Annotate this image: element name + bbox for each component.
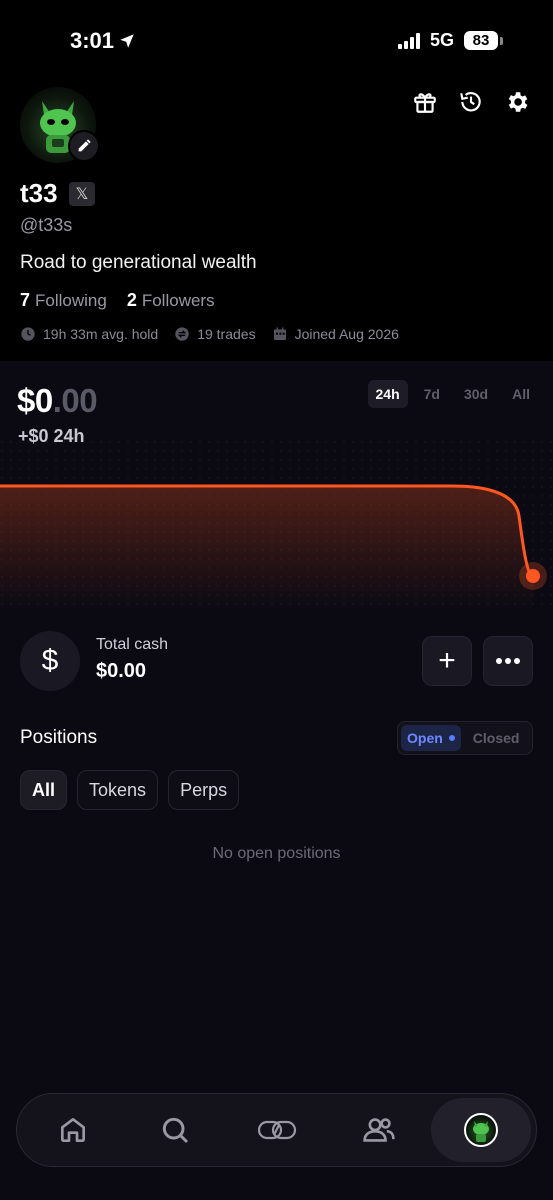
open-toggle[interactable]: Open xyxy=(401,725,461,751)
positions-toggle: Open Closed xyxy=(397,721,533,755)
range-7d[interactable]: 7d xyxy=(416,380,448,408)
range-24h[interactable]: 24h xyxy=(367,380,408,408)
chart-end-point xyxy=(526,569,540,583)
dollar-icon: $ xyxy=(41,644,59,677)
cash-label: Total cash xyxy=(96,636,169,653)
range-selector: 24h 7d 30d All xyxy=(367,380,538,408)
network-label: 5G xyxy=(429,30,454,50)
pencil-icon xyxy=(78,139,91,152)
following-count: 7 xyxy=(20,290,31,310)
chart-area xyxy=(0,486,533,610)
avg-hold: 19h 33m avg. hold xyxy=(20,326,158,342)
x-logo-icon: 𝕏 xyxy=(75,186,89,203)
profile-name: t33 xyxy=(20,178,58,208)
cash-icon: $ xyxy=(20,631,80,691)
profile-avatar-icon xyxy=(464,1113,498,1147)
gift-icon xyxy=(414,93,436,113)
people-icon xyxy=(363,1118,395,1142)
header-actions xyxy=(411,88,531,116)
plus-icon: + xyxy=(438,644,456,677)
home-icon xyxy=(61,1118,85,1142)
profile-meta: 19h 33m avg. hold 19 trades Joined Aug 2… xyxy=(20,326,399,342)
range-all[interactable]: All xyxy=(504,380,538,408)
closed-toggle[interactable]: Closed xyxy=(473,730,520,746)
filter-tokens[interactable]: Tokens xyxy=(77,770,159,810)
x-link-button[interactable]: 𝕏 xyxy=(69,182,95,206)
position-filters: All Tokens Perps xyxy=(20,770,240,810)
profile-handle: @t33s xyxy=(20,215,73,235)
portfolio-value: $0.00 xyxy=(17,382,98,420)
add-cash-button[interactable]: + xyxy=(422,636,472,686)
status-time: 3:01 xyxy=(70,28,136,54)
history-icon xyxy=(460,92,481,112)
portfolio-chart xyxy=(0,440,553,610)
status-indicators: 5G 83 xyxy=(397,30,503,51)
location-arrow-icon xyxy=(120,34,134,48)
settings-button[interactable] xyxy=(503,88,531,116)
swap-icon xyxy=(175,327,189,341)
active-dot xyxy=(448,735,455,741)
joined-text: Joined Aug 2026 xyxy=(294,326,399,342)
edit-avatar-button[interactable] xyxy=(68,130,100,162)
nav-trade[interactable] xyxy=(247,1094,307,1166)
followers-label: Followers xyxy=(141,291,215,310)
search-icon xyxy=(162,1117,189,1144)
trades-text: 19 trades xyxy=(197,326,256,342)
followers-count: 2 xyxy=(126,290,137,310)
more-icon xyxy=(496,658,520,664)
followers-link[interactable]: 2 Followers xyxy=(127,290,215,311)
battery-level: 83 xyxy=(464,31,498,50)
value-cents: .00 xyxy=(52,382,98,419)
clock-text: 3:01 xyxy=(70,28,115,53)
empty-state: No open positions xyxy=(212,845,341,862)
trade-icon xyxy=(257,1120,297,1140)
following-label: Following xyxy=(35,291,107,310)
bottom-nav xyxy=(16,1093,537,1167)
nav-social[interactable] xyxy=(349,1094,409,1166)
positions-title: Positions xyxy=(20,727,98,748)
open-label: Open xyxy=(407,730,443,746)
history-button[interactable] xyxy=(457,88,485,116)
clock-icon xyxy=(21,327,35,341)
value-whole: $0 xyxy=(17,382,53,419)
gift-button[interactable] xyxy=(411,88,439,116)
follow-stats: 7 Following 2 Followers xyxy=(20,290,215,311)
following-link[interactable]: 7 Following xyxy=(20,290,107,311)
avg-hold-text: 19h 33m avg. hold xyxy=(43,326,159,342)
cash-value: $0.00 xyxy=(96,660,147,682)
battery-icon: 83 xyxy=(464,31,503,50)
gear-icon xyxy=(508,92,528,112)
nav-home[interactable] xyxy=(43,1094,103,1166)
range-30d[interactable]: 30d xyxy=(456,380,496,408)
filter-all[interactable]: All xyxy=(20,770,68,810)
signal-icon xyxy=(397,32,420,49)
more-button[interactable] xyxy=(483,636,533,686)
calendar-icon xyxy=(273,327,286,340)
nav-search[interactable] xyxy=(145,1094,205,1166)
filter-perps[interactable]: Perps xyxy=(168,770,240,810)
nav-profile[interactable] xyxy=(431,1098,531,1162)
profile-bio: Road to generational wealth xyxy=(20,252,257,273)
trade-count: 19 trades xyxy=(174,326,256,342)
joined-date: Joined Aug 2026 xyxy=(272,326,399,342)
